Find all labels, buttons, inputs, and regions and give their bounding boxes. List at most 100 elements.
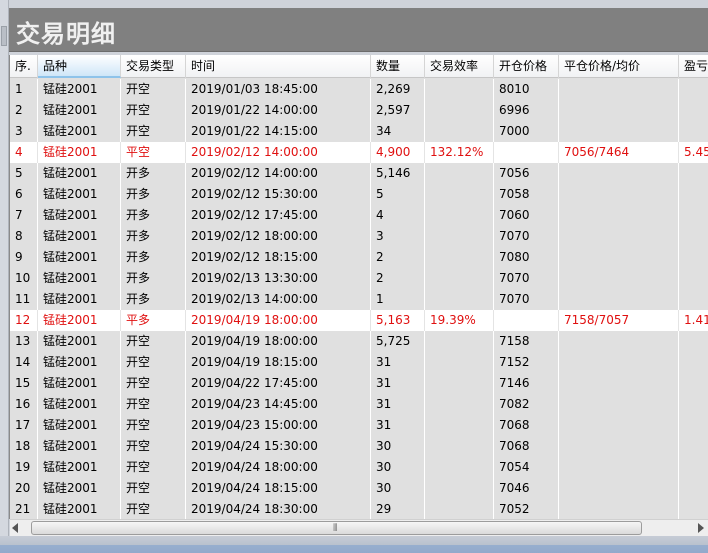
table-row[interactable]: 3 锰硅2001 开空 2019/01/22 14:15:00 34 7000 [10, 121, 708, 142]
table-row[interactable]: 9 锰硅2001 开多 2019/02/12 18:15:00 2 7080 [10, 247, 708, 268]
table-row[interactable]: 19 锰硅2001 开空 2019/04/24 18:00:00 30 7054 [10, 457, 708, 478]
cell-time: 2019/02/12 15:30:00 [186, 184, 371, 205]
column-header-time[interactable]: 时间 [186, 55, 371, 78]
table-row[interactable]: 17 锰硅2001 开空 2019/04/23 15:00:00 31 7068 [10, 415, 708, 436]
scrollbar-thumb[interactable]: ⦀ [31, 521, 642, 535]
cell-seq: 19 [10, 457, 38, 478]
cell-open-price [494, 310, 559, 331]
cell-product: 锰硅2001 [38, 142, 121, 163]
cell-quantity: 5,163 [371, 310, 425, 331]
cell-product: 锰硅2001 [38, 268, 121, 289]
cell-quantity: 2,269 [371, 79, 425, 100]
cell-open-price: 8010 [494, 79, 559, 100]
cell-quantity: 5,725 [371, 331, 425, 352]
table-row[interactable]: 12 锰硅2001 平多 2019/04/19 18:00:00 5,163 19.39%… [10, 310, 708, 331]
cell-seq: 12 [10, 310, 38, 331]
column-header-quantity[interactable]: 数量 [371, 55, 425, 78]
table-row[interactable]: 18 锰硅2001 开空 2019/04/24 15:30:00 30 7068 [10, 436, 708, 457]
cell-type: 开空 [121, 373, 186, 394]
cell-quantity: 2 [371, 247, 425, 268]
table-row[interactable]: 11 锰硅2001 开多 2019/02/13 14:00:00 1 7070 [10, 289, 708, 310]
table-row[interactable]: 20 锰硅2001 开空 2019/04/24 18:15:00 30 7046 [10, 478, 708, 499]
cell-close-price [559, 352, 679, 373]
cell-type: 开空 [121, 415, 186, 436]
cell-type: 平空 [121, 142, 186, 163]
cell-product: 锰硅2001 [38, 478, 121, 499]
cell-close-price [559, 373, 679, 394]
table-row[interactable]: 8 锰硅2001 开多 2019/02/12 18:00:00 3 7070 [10, 226, 708, 247]
cell-quantity: 1 [371, 289, 425, 310]
table-row[interactable]: 6 锰硅2001 开多 2019/02/12 15:30:00 5 7058 [10, 184, 708, 205]
column-header-open-price[interactable]: 开仓价格 [494, 55, 559, 78]
cell-product: 锰硅2001 [38, 310, 121, 331]
cell-seq: 9 [10, 247, 38, 268]
table-row[interactable]: 1 锰硅2001 开空 2019/01/03 18:45:00 2,269 8010 [10, 79, 708, 100]
horizontal-scrollbar[interactable]: ⦀ [10, 519, 708, 536]
table-row[interactable]: 13 锰硅2001 开空 2019/04/19 18:00:00 5,725 7158 [10, 331, 708, 352]
cell-product: 锰硅2001 [38, 499, 121, 519]
cell-pnl [679, 331, 708, 352]
trade-details-window: 交易明细 序. 品种 交易类型 时间 数量 交易效率 开仓价格 平仓价格/均价 … [0, 0, 708, 553]
cell-quantity: 30 [371, 457, 425, 478]
taskbar-edge [0, 545, 708, 553]
cell-close-price [559, 268, 679, 289]
cell-pnl [679, 373, 708, 394]
cell-open-price: 7158 [494, 331, 559, 352]
cell-close-price [559, 121, 679, 142]
cell-close-price [559, 415, 679, 436]
cell-pnl [679, 268, 708, 289]
table-row[interactable]: 21 锰硅2001 开空 2019/04/24 18:30:00 29 7052 [10, 499, 708, 519]
table-row[interactable]: 15 锰硅2001 开空 2019/04/22 17:45:00 31 7146 [10, 373, 708, 394]
cell-open-price: 7056 [494, 163, 559, 184]
cell-time: 2019/01/22 14:15:00 [186, 121, 371, 142]
scroll-left-arrow-icon[interactable] [12, 523, 18, 533]
cell-type: 开多 [121, 268, 186, 289]
cell-efficiency [425, 373, 494, 394]
cell-product: 锰硅2001 [38, 79, 121, 100]
cell-open-price: 7058 [494, 184, 559, 205]
column-header-product[interactable]: 品种 [38, 55, 121, 78]
cell-close-price [559, 184, 679, 205]
column-header-type[interactable]: 交易类型 [121, 55, 186, 78]
table-row[interactable]: 10 锰硅2001 开多 2019/02/13 13:30:00 2 7070 [10, 268, 708, 289]
cell-product: 锰硅2001 [38, 184, 121, 205]
cell-seq: 13 [10, 331, 38, 352]
cell-seq: 1 [10, 79, 38, 100]
cell-product: 锰硅2001 [38, 436, 121, 457]
column-header-efficiency[interactable]: 交易效率 [425, 55, 494, 78]
cell-quantity: 30 [371, 478, 425, 499]
cell-open-price: 7046 [494, 478, 559, 499]
table-row[interactable]: 5 锰硅2001 开多 2019/02/12 14:00:00 5,146 7056 [10, 163, 708, 184]
cell-close-price: 7056/7464 [559, 142, 679, 163]
table-row[interactable]: 7 锰硅2001 开多 2019/02/12 17:45:00 4 7060 [10, 205, 708, 226]
cell-pnl [679, 121, 708, 142]
cell-pnl [679, 478, 708, 499]
cell-type: 开空 [121, 352, 186, 373]
title-bar: 交易明细 [9, 8, 708, 52]
table-row[interactable]: 4 锰硅2001 平空 2019/02/12 14:00:00 4,900 132.12%… [10, 142, 708, 163]
scroll-right-arrow-icon[interactable] [698, 523, 704, 533]
cell-efficiency [425, 163, 494, 184]
table-row[interactable]: 14 锰硅2001 开空 2019/04/19 18:15:00 31 7152 [10, 352, 708, 373]
cell-pnl [679, 352, 708, 373]
cell-time: 2019/04/24 18:30:00 [186, 499, 371, 519]
column-header-close-price[interactable]: 平仓价格/均价 [559, 55, 679, 78]
cell-close-price [559, 163, 679, 184]
cell-efficiency: 132.12% [425, 142, 494, 163]
cell-seq: 6 [10, 184, 38, 205]
cell-efficiency [425, 247, 494, 268]
column-header-seq[interactable]: 序. [10, 55, 38, 78]
cell-open-price: 7152 [494, 352, 559, 373]
cell-open-price: 7054 [494, 457, 559, 478]
cell-quantity: 2,597 [371, 100, 425, 121]
cell-product: 锰硅2001 [38, 247, 121, 268]
table-row[interactable]: 2 锰硅2001 开空 2019/01/22 14:00:00 2,597 6996 [10, 100, 708, 121]
panel-splitter-handle[interactable] [1, 26, 7, 46]
cell-type: 平多 [121, 310, 186, 331]
cell-quantity: 31 [371, 415, 425, 436]
cell-seq: 14 [10, 352, 38, 373]
column-header-pnl[interactable]: 盈亏 [679, 55, 708, 78]
table-row[interactable]: 16 锰硅2001 开空 2019/04/23 14:45:00 31 7082 [10, 394, 708, 415]
cell-close-price [559, 394, 679, 415]
cell-seq: 11 [10, 289, 38, 310]
